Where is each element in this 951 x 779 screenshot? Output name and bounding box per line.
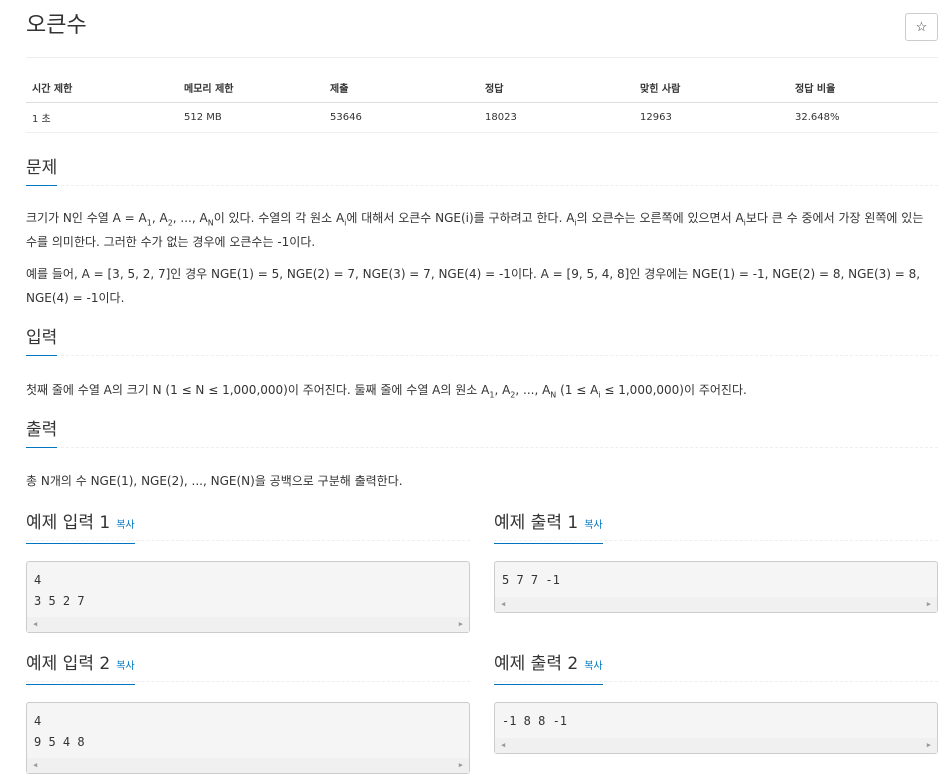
scroll-right-icon[interactable]: ▶ — [459, 761, 463, 769]
output-description: 총 N개의 수 NGE(1), NGE(2), ..., NGE(N)을 공백으… — [26, 474, 403, 488]
sample-title: 예제 입력 2 복사 — [26, 652, 135, 685]
input-description: 첫째 줄에 수열 A의 크기 N (1 ≤ N ≤ 1,000,000)이 주어… — [26, 383, 747, 400]
scroll-left-icon[interactable]: ◀ — [501, 600, 505, 608]
stats-header: 정답 비율 — [789, 74, 938, 103]
sample-input-2-head: 예제 입력 2 복사 — [26, 652, 470, 685]
horizontal-scrollbar[interactable]: ◀ ▶ — [27, 758, 469, 773]
stats-cell: 18023 — [479, 102, 634, 133]
sample-input-1-head: 예제 입력 1 복사 — [26, 511, 470, 544]
stats-cell: 1 초 — [26, 102, 178, 133]
sample-output-2-head: 예제 출력 2 복사 — [494, 652, 938, 685]
stats-row: 1 초 512 MB 53646 18023 12963 32.648% — [26, 102, 938, 133]
horizontal-scrollbar[interactable]: ◀ ▶ — [27, 617, 469, 632]
scroll-right-icon[interactable]: ▶ — [927, 741, 931, 749]
scroll-right-icon[interactable]: ▶ — [927, 600, 931, 608]
copy-link[interactable]: 복사 — [584, 661, 602, 672]
sample-output-1-head: 예제 출력 1 복사 — [494, 511, 938, 544]
copy-link[interactable]: 복사 — [116, 520, 134, 531]
section-title-problem: 문제 — [26, 156, 58, 186]
horizontal-scrollbar[interactable]: ◀ ▶ — [495, 738, 937, 753]
stats-header: 메모리 제한 — [178, 74, 324, 103]
scroll-right-icon[interactable]: ▶ — [459, 620, 463, 628]
title-row: 오큰수 ☆ — [26, 10, 938, 58]
problem-paragraph-1: 크기가 N인 수열 A = A1, A2, ..., AN이 있다. 수열의 각… — [26, 211, 924, 249]
sample-output-1-box[interactable]: 5 7 7 -1 ◀ ▶ — [494, 561, 938, 613]
input-section-head: 입력 — [26, 326, 938, 356]
scroll-left-icon[interactable]: ◀ — [501, 741, 505, 749]
stats-header: 시간 제한 — [26, 74, 178, 103]
sample-output-2-code: -1 8 8 -1 — [502, 714, 568, 728]
copy-link[interactable]: 복사 — [116, 661, 134, 672]
star-button[interactable]: ☆ — [905, 13, 938, 41]
scroll-left-icon[interactable]: ◀ — [33, 620, 37, 628]
stats-header: 정답 — [479, 74, 634, 103]
stats-cell: 53646 — [324, 102, 479, 133]
stats-header: 제출 — [324, 74, 479, 103]
output-section-head: 출력 — [26, 418, 938, 448]
stats-header-row: 시간 제한 메모리 제한 제출 정답 맞힌 사람 정답 비율 — [26, 74, 938, 103]
sample-input-1-code: 4 3 5 2 7 — [34, 573, 85, 608]
sample-output-1-code: 5 7 7 -1 — [502, 573, 560, 587]
section-title-input: 입력 — [26, 326, 58, 356]
problem-section-head: 문제 — [26, 156, 938, 186]
stats-header: 맞힌 사람 — [634, 74, 789, 103]
sample-output-2-box[interactable]: -1 8 8 -1 ◀ ▶ — [494, 702, 938, 754]
stats-cell: 12963 — [634, 102, 789, 133]
scroll-left-icon[interactable]: ◀ — [33, 761, 37, 769]
sample-title: 예제 출력 1 복사 — [494, 511, 603, 544]
copy-link[interactable]: 복사 — [584, 520, 602, 531]
stats-table: 시간 제한 메모리 제한 제출 정답 맞힌 사람 정답 비율 1 초 512 M… — [26, 74, 938, 133]
stats-cell: 32.648% — [789, 102, 938, 133]
sample-input-1-box[interactable]: 4 3 5 2 7 ◀ ▶ — [26, 561, 470, 633]
problem-paragraph-2: 예를 들어, A = [3, 5, 2, 7]인 경우 NGE(1) = 5, … — [26, 267, 921, 305]
sample-title: 예제 입력 1 복사 — [26, 511, 135, 544]
sample-input-2-code: 4 9 5 4 8 — [34, 714, 85, 749]
star-icon: ☆ — [915, 19, 928, 34]
sample-input-2-box[interactable]: 4 9 5 4 8 ◀ ▶ — [26, 702, 470, 774]
page-title: 오큰수 — [26, 13, 87, 38]
section-title-output: 출력 — [26, 418, 58, 448]
horizontal-scrollbar[interactable]: ◀ ▶ — [495, 597, 937, 612]
stats-cell: 512 MB — [178, 102, 324, 133]
sample-title: 예제 출력 2 복사 — [494, 652, 603, 685]
